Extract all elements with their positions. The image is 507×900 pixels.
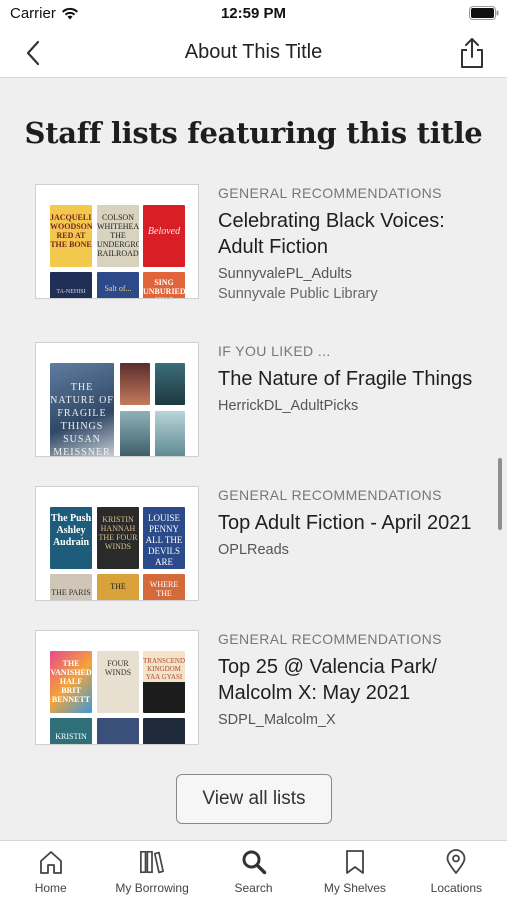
book-cover: THE PARIS — [50, 574, 92, 600]
list-title: Top 25 @ Valencia Park/ Malcolm X: May 2… — [218, 656, 437, 704]
book-cover: TA-NEHISI COATES — [50, 272, 92, 298]
status-time: 12:59 PM — [220, 5, 287, 22]
book-cover: LOUISE PENNY ALL THE DEVILS ARE HERE — [143, 507, 185, 569]
list-info: GENERAL RECOMMENDATIONS Celebrating Blac… — [218, 184, 478, 302]
tab-bar: Home My Borrowing Search My Shelves Loca… — [0, 840, 507, 900]
view-all-lists-button[interactable]: View all lists — [176, 774, 332, 824]
list-category: GENERAL RECOMMENDATIONS — [218, 487, 442, 503]
list-info: GENERAL RECOMMENDATIONS Top 25 @ Valenci… — [218, 630, 478, 728]
list-info: GENERAL RECOMMENDATIONS Top Adult Fictio… — [218, 486, 478, 558]
tab-home[interactable]: Home — [0, 841, 101, 900]
books-icon — [140, 850, 165, 874]
book-cover: JACQUELINE WOODSON RED AT THE BONE — [50, 205, 92, 267]
tab-my-shelves[interactable]: My Shelves — [304, 841, 405, 900]
staff-list-card[interactable]: THE NATURE OF FRAGILE THINGS SUSAN MEISS… — [35, 342, 475, 460]
tab-label: Locations — [430, 881, 483, 895]
tab-label: My Shelves — [323, 881, 386, 895]
list-category: GENERAL RECOMMENDATIONS — [218, 631, 442, 647]
book-cover — [155, 363, 185, 405]
book-cover: COLSON WHITEHEAD THE UNDERGROUND RAILROA… — [97, 205, 139, 267]
list-owner: SDPL_Malcolm_X — [218, 712, 336, 728]
book-cover: TRANSCENDENT KINGDOM YAA GYASI — [143, 651, 185, 713]
nav-bar: About This Title — [0, 28, 507, 78]
page-title: About This Title — [184, 41, 323, 63]
staff-list-card[interactable]: The Push Ashley Audrain KRISTIN HANNAH T… — [35, 486, 475, 604]
book-cover: KRISTIN HANNAH THE FOUR WINDS — [97, 507, 139, 569]
tab-search[interactable]: Search — [203, 841, 304, 900]
list-owner: SunnyvalePL_Adults — [218, 266, 352, 282]
book-cover: SING UNBURIED SING — [143, 272, 185, 298]
staff-list-card[interactable]: JACQUELINE WOODSON RED AT THE BONE COLSO… — [35, 184, 475, 302]
book-cover: THE — [97, 574, 139, 600]
list-cover-collage: The Push Ashley Audrain KRISTIN HANNAH T… — [35, 486, 199, 601]
content-area[interactable]: Staff lists featuring this title JACQUEL… — [0, 78, 507, 840]
scrollbar[interactable] — [498, 458, 502, 530]
book-cover: THE VANISHED HALF BRIT BENNETT — [50, 651, 92, 713]
list-cover-collage: THE VANISHED HALF BRIT BENNETT FOUR WIND… — [35, 630, 199, 745]
location-pin-icon — [446, 849, 466, 874]
tab-my-borrowing[interactable]: My Borrowing — [101, 841, 202, 900]
list-cover-collage: JACQUELINE WOODSON RED AT THE BONE COLSO… — [35, 184, 199, 299]
list-owner: HerrickDL_AdultPicks — [218, 398, 359, 414]
list-cover-collage: THE NATURE OF FRAGILE THINGS SUSAN MEISS… — [35, 342, 199, 457]
book-cover — [120, 363, 150, 405]
list-library: Sunnyvale Public Library — [218, 286, 378, 302]
book-cover — [155, 411, 185, 456]
bookmark-icon — [346, 850, 364, 874]
book-cover: The Push Ashley Audrain — [50, 507, 92, 569]
home-icon — [39, 851, 62, 874]
book-cover: WHERE THE — [143, 574, 185, 600]
list-title: The Nature of Fragile Things — [218, 368, 473, 390]
share-button[interactable] — [457, 36, 487, 70]
book-cover — [97, 718, 139, 744]
book-cover — [120, 411, 150, 456]
status-bar: Carrier 12:59 PM — [0, 0, 507, 28]
book-cover: Beloved — [143, 205, 185, 267]
book-cover: FOUR WINDS — [97, 651, 139, 713]
search-icon — [242, 850, 266, 875]
book-cover: KRISTIN — [50, 718, 92, 744]
book-cover — [143, 718, 185, 744]
tab-label: Search — [234, 881, 273, 895]
list-owner: OPLReads — [218, 542, 289, 558]
battery-icon — [469, 6, 499, 20]
book-cover: THE NATURE OF FRAGILE THINGS SUSAN MEISS… — [50, 363, 114, 456]
tab-label: My Borrowing — [115, 881, 189, 895]
tab-locations[interactable]: Locations — [406, 841, 507, 900]
staff-list-card[interactable]: THE VANISHED HALF BRIT BENNETT FOUR WIND… — [35, 630, 475, 748]
book-cover: Salt of... — [97, 272, 139, 298]
list-info: IF YOU LIKED ... The Nature of Fragile T… — [218, 342, 478, 414]
list-title: Top Adult Fiction - April 2021 — [218, 512, 472, 534]
section-heading: Staff lists featuring this title — [24, 116, 483, 150]
list-category: IF YOU LIKED ... — [218, 343, 331, 359]
tab-label: Home — [34, 881, 67, 895]
list-title: Celebrating Black Voices: Adult Fiction — [218, 210, 445, 258]
share-icon — [461, 38, 483, 68]
list-category: GENERAL RECOMMENDATIONS — [218, 185, 442, 201]
